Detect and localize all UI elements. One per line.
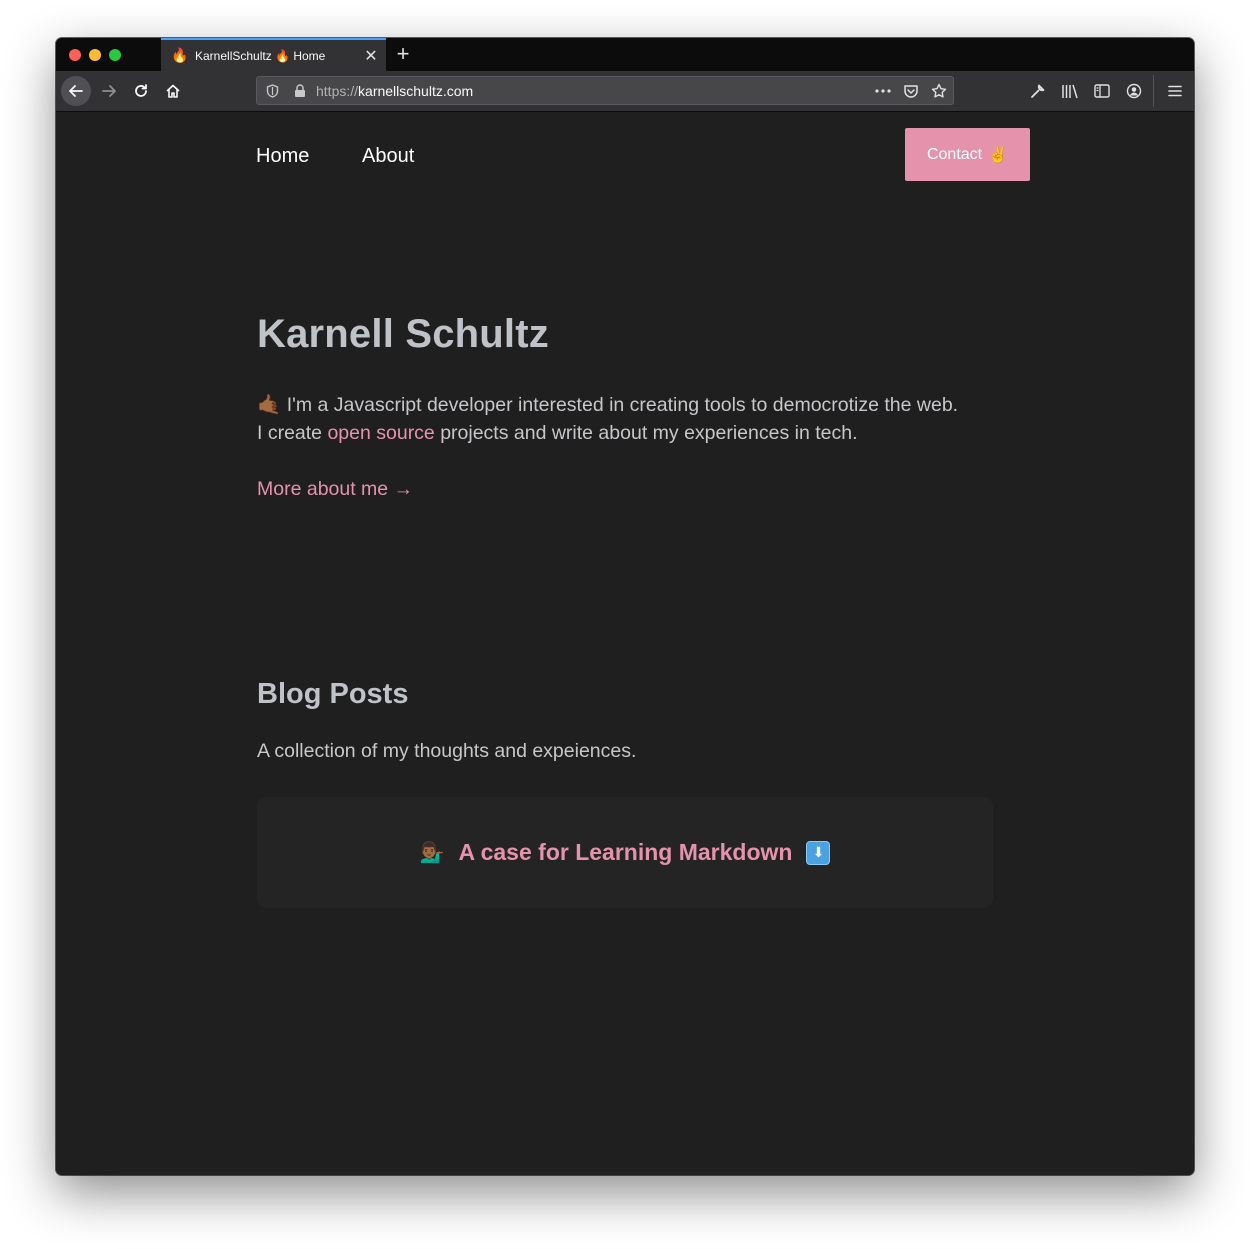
pocket-icon[interactable] [902,82,920,100]
down-arrow-badge-icon: ⬇ [806,840,831,865]
home-icon [166,84,180,98]
url-text[interactable]: https://karnellschultz.com [316,83,473,99]
url-protocol: https:// [316,83,359,99]
shield-icon[interactable] [263,82,281,100]
more-dots-icon[interactable] [874,82,892,100]
forward-button[interactable] [95,77,123,105]
wrench-icon[interactable] [1024,77,1052,105]
tab-home[interactable]: 🔥 KarnellSchultz 🔥 Home ✕ [161,38,386,71]
address-bar[interactable]: https://karnellschultz.com [256,76,954,105]
navigation-toolbar: https://karnellschultz.com [56,71,1194,112]
nav-link-about[interactable]: About [362,145,414,168]
account-icon[interactable] [1120,77,1148,105]
toolbar-separator [1153,75,1154,107]
blog-post-title[interactable]: A case for Learning Markdown [458,839,792,866]
web-page: Home About Contact ✌️ Karnell Schultz 🤙🏾… [56,112,1194,1175]
intro-text-2a: I create [257,422,328,444]
blog-section-subtitle: A collection of my thoughts and expeienc… [257,740,637,762]
intro-line-1: 🤙🏾 I'm a Javascript developer interested… [257,391,1017,419]
intro-text-1: I'm a Javascript developer interested in… [286,394,959,416]
zoom-window-button[interactable] [109,49,121,61]
intro-line-2: I create open source projects and write … [257,419,1017,447]
forward-arrow-icon [102,85,116,97]
tab-title: KarnellSchultz 🔥 Home [195,48,326,63]
nav-link-home[interactable]: Home [256,145,309,168]
call-me-hand-icon: 🤙🏾 [257,394,282,416]
close-tab-icon[interactable]: ✕ [360,46,382,66]
browser-window: 🔥 KarnellSchultz 🔥 Home ✕ + https://karn… [56,38,1194,1175]
open-source-link[interactable]: open source [327,422,434,444]
star-icon[interactable] [930,82,948,100]
hero-title: Karnell Schultz [257,312,549,356]
window-controls [69,49,121,61]
more-about-me-link[interactable]: More about me → [257,478,413,501]
contact-button[interactable]: Contact ✌️ [905,128,1030,181]
new-tab-button[interactable]: + [392,42,414,66]
hamburger-menu-icon[interactable] [1161,77,1189,105]
victory-hand-icon: ✌️ [988,146,1009,164]
reload-button[interactable] [127,77,155,105]
tab-strip: 🔥 KarnellSchultz 🔥 Home ✕ + [56,38,1194,71]
intro-text-2b: projects and write about my experiences … [434,422,858,444]
sidebar-icon[interactable] [1088,77,1116,105]
blog-post-card[interactable]: 💁🏾‍♂️ A case for Learning Markdown ⬇ [257,797,993,908]
lock-icon[interactable] [291,82,309,100]
back-button[interactable] [61,76,91,106]
contact-label: Contact [926,145,983,163]
tab-favicon-icon: 🔥 [171,47,189,63]
person-tipping-hand-icon: 💁🏾‍♂️ [419,842,445,864]
close-window-button[interactable] [69,49,81,61]
library-icon[interactable] [1056,77,1084,105]
intro-paragraph: 🤙🏾 I'm a Javascript developer interested… [257,391,1017,447]
home-button[interactable] [159,77,187,105]
minimize-window-button[interactable] [89,49,101,61]
reload-icon [135,84,147,97]
blog-section-title: Blog Posts [257,678,409,710]
url-host: karnellschultz.com [358,83,474,99]
back-arrow-icon [69,85,83,97]
